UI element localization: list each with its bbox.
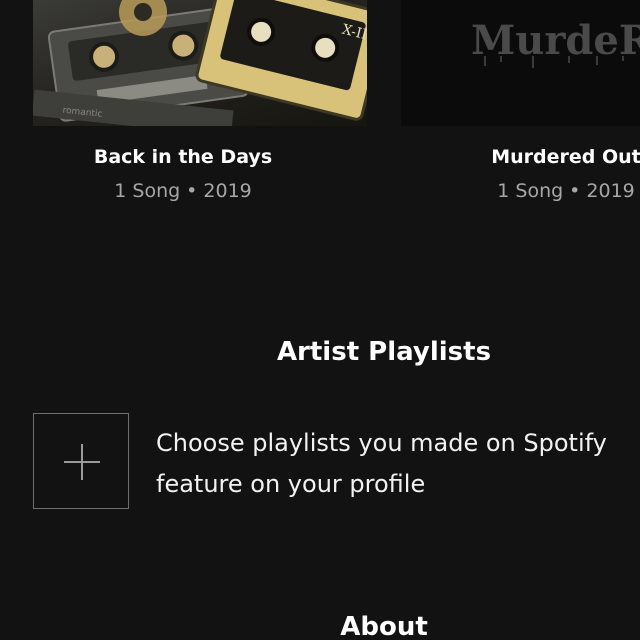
- artist-profile-page: X-II romantic Back in the Days 1 Song • 20…: [0, 0, 640, 640]
- murdered-artwork: MurdeRed: [471, 17, 640, 68]
- meta-separator: •: [186, 180, 198, 202]
- plus-icon-vertical: [81, 444, 83, 480]
- release-card-murdered-out[interactable]: MurdeRed Murdered Out 1 Song•2019: [401, 0, 640, 202]
- add-playlist-button[interactable]: [33, 413, 129, 509]
- release-song-count: 1 Song: [114, 180, 181, 202]
- release-title[interactable]: Murdered Out: [401, 146, 640, 168]
- album-cover-murdered-out[interactable]: MurdeRed: [401, 0, 640, 126]
- about-heading: About: [340, 612, 428, 640]
- meta-separator: •: [569, 180, 581, 202]
- choose-playlists-prompt[interactable]: Choose playlists you made on Spotify fea…: [156, 423, 640, 505]
- cover-logo-text: MurdeRed: [471, 17, 640, 64]
- prompt-line-1: Choose playlists you made on Spotify: [156, 429, 607, 457]
- release-meta: 1 Song • 2019: [401, 180, 640, 202]
- artist-playlists-heading: Artist Playlists: [276, 337, 492, 367]
- release-title[interactable]: Back in the Days: [33, 146, 333, 168]
- cassette-tapes-artwork: X-II romantic: [33, 0, 367, 126]
- release-year: 2019: [586, 180, 635, 202]
- release-song-count: 1 Song: [497, 180, 564, 202]
- release-card-back-in-the-days[interactable]: X-II romantic Back in the Days 1 Song • 20…: [33, 0, 367, 202]
- release-year: 2019: [203, 180, 252, 202]
- prompt-line-2: feature on your profile: [156, 470, 426, 498]
- release-meta: 1 Song • 2019: [33, 180, 333, 202]
- album-cover-back-in-the-days[interactable]: X-II romantic: [33, 0, 367, 126]
